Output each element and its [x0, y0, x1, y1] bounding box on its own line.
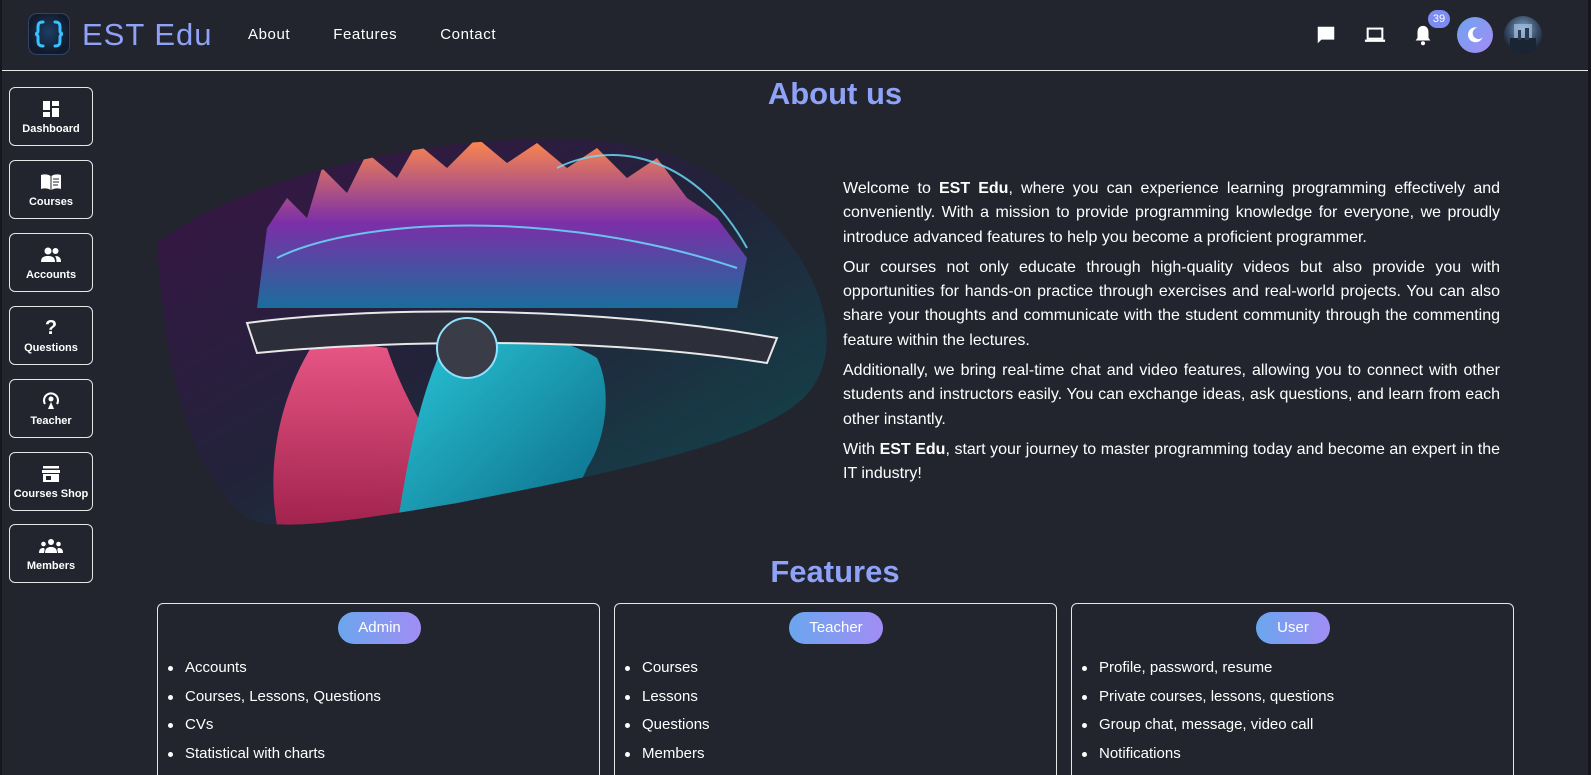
question-icon: ? — [44, 316, 58, 339]
about-paragraph-4: With EST Edu, start your journey to mast… — [843, 440, 1501, 483]
dashboard-icon — [42, 98, 60, 120]
about-paragraph-2: Our courses not only educate through hig… — [843, 258, 1500, 349]
nav-contact[interactable]: Contact — [440, 26, 496, 43]
role-pill-admin[interactable]: Admin — [338, 612, 421, 644]
sidebar-item-questions[interactable]: ? Questions — [9, 306, 93, 365]
list-item: CVs — [168, 716, 381, 745]
list-item: Group chat, message, video call — [1081, 716, 1334, 745]
top-header: EST Edu About Features Contact 39 — [2, 0, 1588, 71]
list-item: Notifications — [1081, 745, 1334, 774]
list-item: Courses, Lessons, Questions — [168, 688, 381, 717]
feature-list: Courses Lessons Questions Members — [625, 659, 710, 774]
role-pill-teacher[interactable]: Teacher — [789, 612, 883, 644]
nav-about[interactable]: About — [248, 26, 290, 43]
features-title: Features — [770, 554, 900, 589]
teacher-icon — [41, 390, 61, 412]
brand-highlight: EST Edu — [938, 180, 1009, 197]
feature-card-admin: Admin Accounts Courses, Lessons, Questio… — [157, 603, 600, 775]
theme-toggle-button[interactable] — [1457, 17, 1493, 53]
store-icon — [41, 463, 61, 485]
sidebar-item-courses-shop[interactable]: Courses Shop — [9, 452, 93, 511]
notification-badge: 39 — [1428, 10, 1450, 28]
about-paragraph-1: Welcome to EST Edu, where you can experi… — [843, 180, 1501, 246]
list-item: Accounts — [168, 659, 381, 688]
list-item: Questions — [625, 716, 710, 745]
moon-icon — [1468, 27, 1483, 43]
brand-name[interactable]: EST Edu — [82, 17, 213, 53]
sidebar-item-label: Members — [26, 560, 76, 572]
sidebar-item-courses[interactable]: Courses — [9, 160, 93, 219]
chat-icon[interactable] — [1313, 22, 1339, 48]
sidebar-item-label: Courses — [28, 196, 74, 208]
book-icon — [40, 171, 62, 193]
about-description: Welcome to EST Edu, where you can experi… — [843, 177, 1500, 493]
list-item: Courses — [625, 659, 710, 688]
sidebar-item-label: Courses Shop — [13, 488, 89, 500]
sidebar-item-label: Accounts — [25, 269, 77, 281]
sidebar-item-teacher[interactable]: Teacher — [9, 379, 93, 438]
role-pill-user[interactable]: User — [1256, 612, 1330, 644]
about-title: About us — [767, 76, 903, 111]
feature-list: Profile, password, resume Private course… — [1081, 659, 1334, 774]
laptop-icon[interactable] — [1362, 22, 1388, 48]
about-paragraph-3: Additionally, we bring real-time chat an… — [843, 362, 1500, 428]
window-frame-left — [0, 0, 2, 775]
feature-card-user: User Profile, password, resume Private c… — [1071, 603, 1514, 775]
sidebar-item-members[interactable]: Members — [9, 524, 93, 583]
sidebar-item-label: Dashboard — [22, 123, 80, 135]
list-item: Members — [625, 745, 710, 774]
sidebar-item-accounts[interactable]: Accounts — [9, 233, 93, 292]
brand-highlight: EST Edu — [879, 440, 946, 458]
feature-list: Accounts Courses, Lessons, Questions CVs… — [168, 659, 381, 774]
sidebar-item-label: Questions — [24, 342, 78, 354]
nav-features[interactable]: Features — [333, 26, 397, 43]
list-item: Profile, password, resume — [1081, 659, 1334, 688]
list-item: Lessons — [625, 688, 710, 717]
logo-icon[interactable] — [28, 13, 70, 55]
sidebar-item-dashboard[interactable]: Dashboard — [9, 87, 93, 146]
people-icon — [40, 244, 62, 266]
about-hero-image — [157, 138, 827, 525]
avatar[interactable] — [1504, 16, 1542, 54]
list-item: Private courses, lessons, questions — [1081, 688, 1334, 717]
list-item: Statistical with charts — [168, 745, 381, 774]
feature-card-teacher: Teacher Courses Lessons Questions Member… — [614, 603, 1057, 775]
groups-icon — [39, 535, 63, 557]
main-nav: About Features Contact — [248, 26, 539, 43]
sidebar-item-label: Teacher — [30, 415, 72, 427]
